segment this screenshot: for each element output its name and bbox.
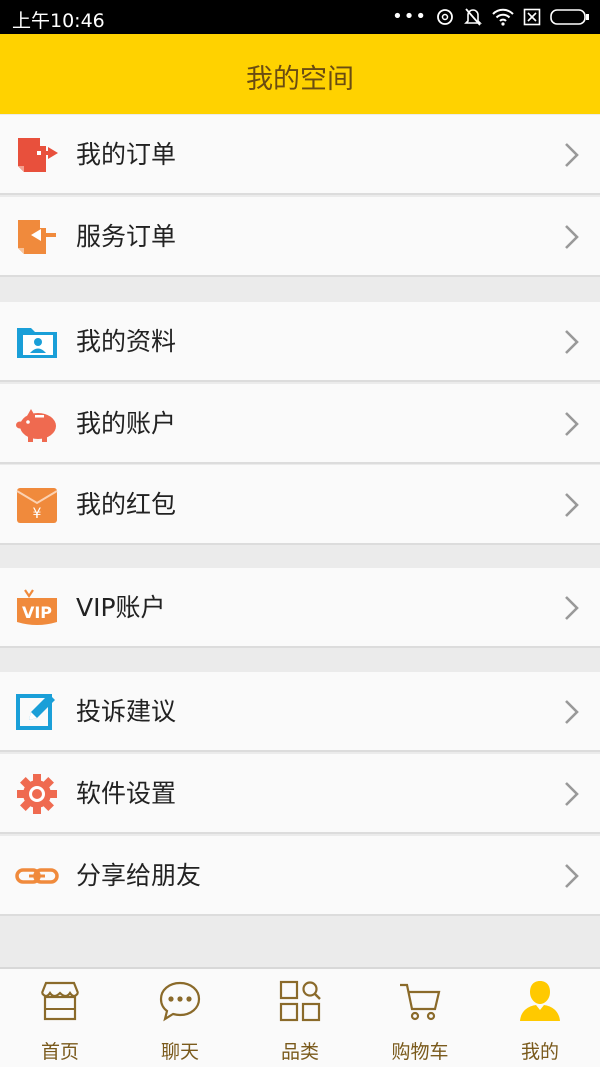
- chevron-right-icon: [565, 330, 579, 354]
- edit-icon: [16, 694, 55, 730]
- alarm-icon: [437, 9, 453, 25]
- category-grid-icon: [279, 980, 321, 1022]
- red-packet-icon: ¥: [16, 488, 58, 523]
- tab-cart[interactable]: 购物车: [360, 969, 480, 1067]
- chevron-right-icon: [565, 225, 579, 249]
- menu-item-label: 服务订单: [76, 222, 177, 251]
- svg-text:VIP: VIP: [22, 603, 52, 622]
- status-icons: •••: [392, 5, 590, 29]
- status-bar: 上午10:46 •••: [0, 0, 600, 34]
- battery-icon: [550, 9, 589, 25]
- menu-item-label: VIP账户: [76, 593, 166, 622]
- svg-text:¥: ¥: [33, 506, 42, 522]
- menu-item-label: 分享给朋友: [76, 861, 202, 890]
- user-icon: [520, 981, 560, 1021]
- page-header: 我的空间: [0, 34, 600, 114]
- store-icon: [40, 981, 80, 1021]
- status-time: 上午10:46: [12, 10, 105, 32]
- order-out-icon: [18, 138, 58, 172]
- wifi-icon: [492, 8, 514, 26]
- chevron-right-icon: [565, 864, 579, 888]
- tab-category[interactable]: 品类: [240, 969, 360, 1067]
- menu-item-feedback[interactable]: 投诉建议: [0, 672, 600, 752]
- tab-label: 聊天: [160, 1041, 199, 1063]
- menu-item-my-orders[interactable]: 我的订单: [0, 115, 600, 195]
- menu-item-vip-account[interactable]: VIP VIP账户: [0, 568, 600, 648]
- profile-folder-icon: [17, 328, 57, 358]
- chevron-right-icon: [565, 782, 579, 806]
- menu-item-label: 我的账户: [76, 409, 177, 438]
- menu-item-red-packet[interactable]: ¥ 我的红包: [0, 465, 600, 545]
- tab-home[interactable]: 首页: [0, 969, 120, 1067]
- chevron-right-icon: [565, 412, 579, 436]
- tab-label: 品类: [280, 1041, 319, 1063]
- chat-bubble-icon: [159, 981, 201, 1022]
- chevron-right-icon: [565, 143, 579, 167]
- gear-icon: [17, 774, 57, 814]
- piggy-bank-icon: [16, 409, 56, 442]
- chevron-right-icon: [565, 700, 579, 724]
- tab-mine[interactable]: 我的: [480, 969, 600, 1067]
- chevron-right-icon: [565, 596, 579, 620]
- tab-label: 我的: [520, 1041, 559, 1063]
- menu-item-label: 投诉建议: [76, 697, 177, 726]
- menu-item-share[interactable]: 分享给朋友: [0, 836, 600, 916]
- menu-item-label: 我的红包: [76, 490, 177, 519]
- shopping-cart-icon: [400, 983, 441, 1021]
- bottom-tab-bar: 首页 聊天 品类 购物车 我的: [0, 967, 600, 1067]
- tab-chat[interactable]: 聊天: [120, 969, 240, 1067]
- menu-item-my-account[interactable]: 我的账户: [0, 384, 600, 464]
- vip-icon: VIP: [17, 589, 57, 625]
- tab-label: 首页: [40, 1041, 79, 1063]
- mute-icon: [464, 8, 482, 26]
- more-dots-icon: •••: [392, 6, 427, 27]
- menu-item-my-profile[interactable]: 我的资料: [0, 302, 600, 382]
- menu-item-settings[interactable]: 软件设置: [0, 754, 600, 834]
- order-in-icon: [18, 220, 56, 254]
- menu-item-label: 我的资料: [76, 327, 177, 356]
- menu-item-service-orders[interactable]: 服务订单: [0, 197, 600, 277]
- chevron-right-icon: [565, 493, 579, 517]
- page-title: 我的空间: [246, 64, 354, 95]
- menu-item-label: 我的订单: [76, 140, 177, 169]
- link-icon: [15, 868, 59, 884]
- no-sim-icon: [523, 8, 541, 26]
- menu-item-label: 软件设置: [76, 779, 177, 808]
- tab-label: 购物车: [391, 1041, 449, 1063]
